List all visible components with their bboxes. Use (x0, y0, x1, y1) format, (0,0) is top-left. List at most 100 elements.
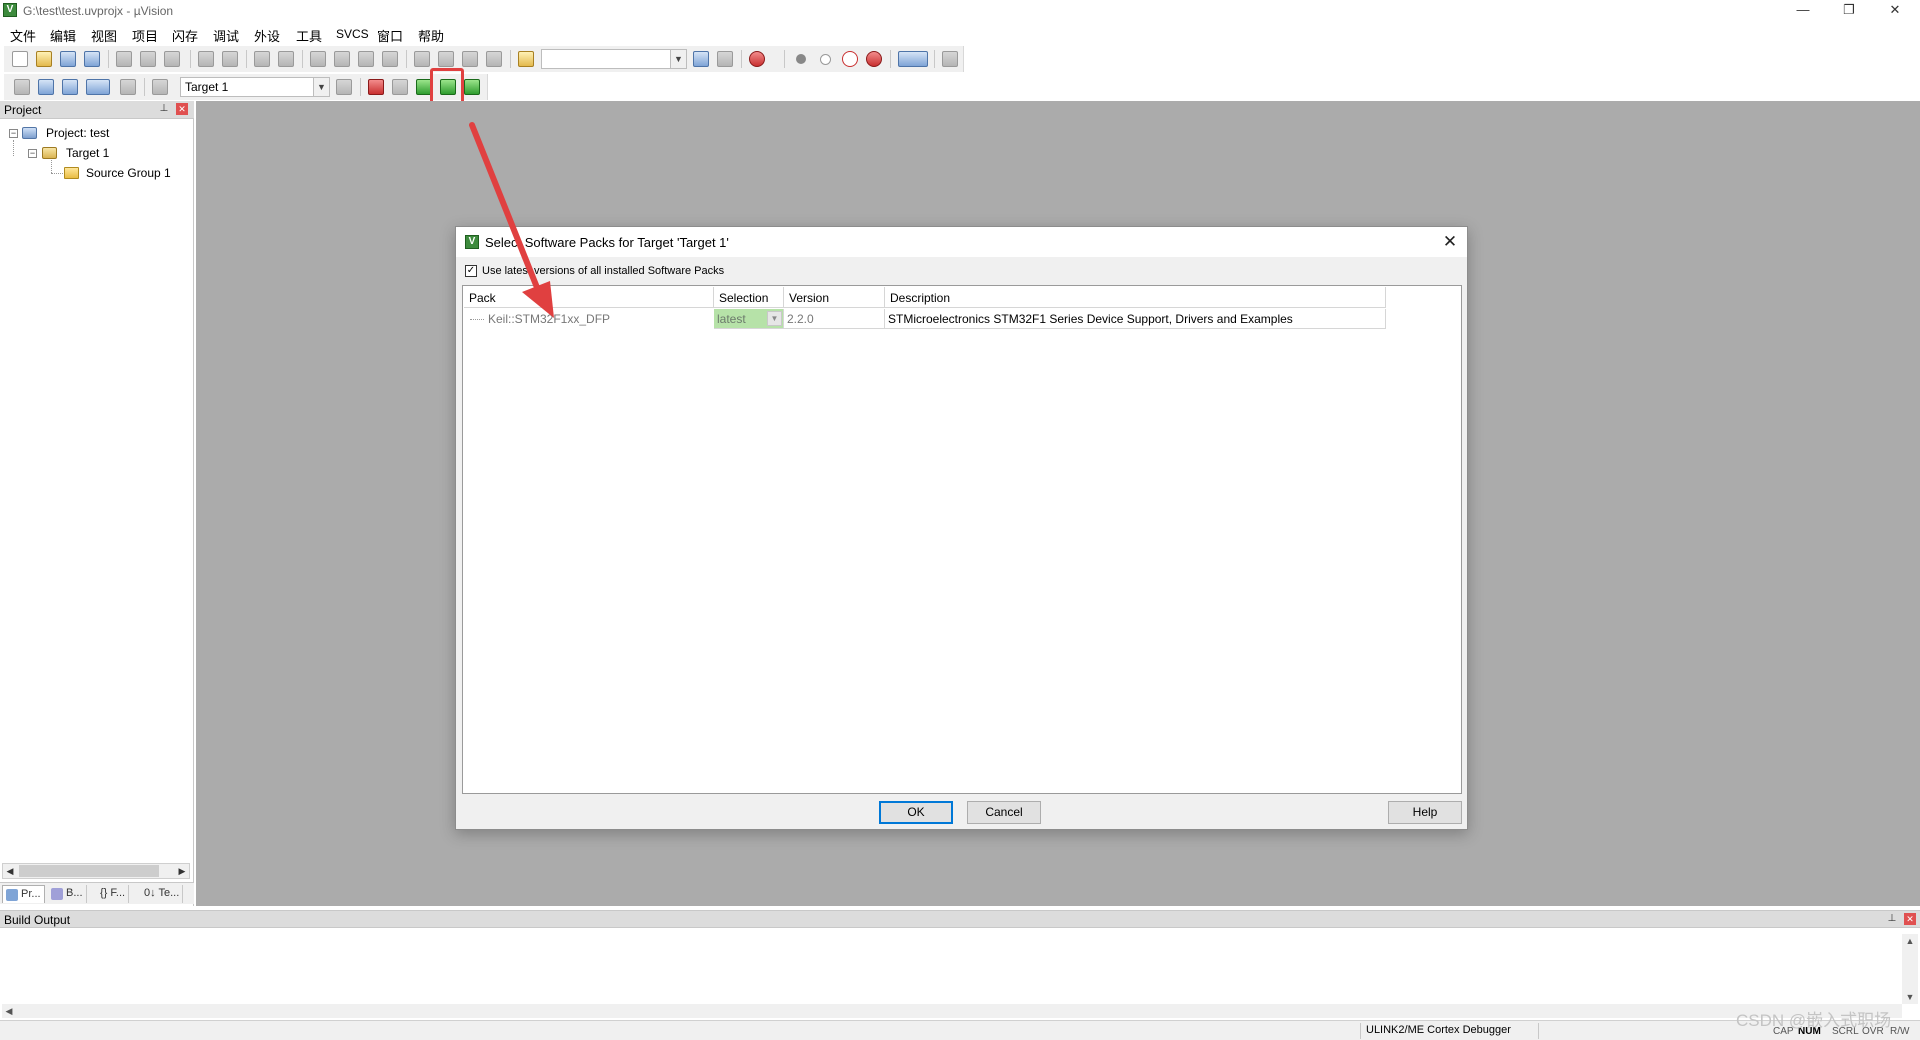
toolbar-separator (741, 50, 742, 68)
scroll-right-icon[interactable]: ▶ (175, 864, 189, 878)
collapse-toggle-icon[interactable]: − (28, 149, 37, 158)
tree-target[interactable]: Target 1 (66, 145, 109, 161)
menu-window[interactable]: 窗口 (377, 26, 403, 45)
save-all-icon[interactable] (84, 51, 100, 67)
comment-icon[interactable] (462, 51, 478, 67)
chevron-down-icon[interactable]: ▼ (313, 78, 329, 96)
pack-installer-icon[interactable] (464, 79, 480, 95)
menu-edit[interactable]: 编辑 (50, 26, 76, 45)
options-for-target-icon[interactable] (336, 79, 352, 95)
tab-templates-label: 0↓ Te... (144, 887, 180, 899)
column-header-version[interactable]: Version (784, 287, 885, 308)
tree-source-group[interactable]: Source Group 1 (86, 165, 171, 181)
tree-line (51, 160, 52, 173)
uncomment-icon[interactable] (486, 51, 502, 67)
new-file-icon[interactable] (12, 51, 28, 67)
scroll-thumb[interactable] (19, 865, 159, 877)
use-latest-checkbox[interactable]: ✓ (465, 265, 477, 277)
column-header-description[interactable]: Description (885, 287, 1386, 308)
menu-project[interactable]: 项目 (132, 26, 158, 45)
ok-button[interactable]: OK (879, 801, 953, 824)
pin-icon[interactable]: ⊥ (158, 103, 170, 115)
menu-debug[interactable]: 调试 (213, 26, 239, 45)
disable-breakpoints-icon[interactable] (842, 51, 858, 67)
find-combo[interactable]: ▼ (541, 49, 687, 69)
open-file-icon[interactable] (36, 51, 52, 67)
close-icon[interactable]: ✕ (176, 103, 188, 115)
pack-selection-dropdown[interactable]: latest ▼ (714, 309, 784, 329)
pin-icon[interactable]: ⊥ (1886, 913, 1898, 925)
bookmark-icon[interactable] (310, 51, 326, 67)
download-icon[interactable] (152, 79, 168, 95)
target-select[interactable]: Target 1 ▼ (180, 77, 330, 97)
clear-bookmarks-icon[interactable] (382, 51, 398, 67)
find-in-files-icon[interactable] (518, 51, 534, 67)
undo-icon[interactable] (198, 51, 214, 67)
build-output-hscrollbar[interactable]: ◀ (2, 1004, 1902, 1018)
cancel-button[interactable]: Cancel (967, 801, 1041, 824)
chevron-down-icon[interactable]: ▼ (670, 50, 686, 68)
insert-breakpoint-icon[interactable] (796, 54, 806, 64)
file-extensions-icon[interactable] (392, 79, 408, 95)
tab-templates[interactable]: 0↓ Te... (138, 885, 184, 903)
menu-peripherals[interactable]: 外设 (254, 26, 280, 45)
use-latest-label: Use latest versions of all installed Sof… (482, 265, 725, 277)
tab-books[interactable]: B... (48, 885, 87, 903)
menu-flash[interactable]: 闪存 (172, 26, 198, 45)
copy-icon[interactable] (140, 51, 156, 67)
books-tab-icon (51, 888, 63, 900)
column-header-pack[interactable]: Pack (464, 287, 714, 308)
navigate-forward-icon[interactable] (278, 51, 294, 67)
menu-svcs[interactable]: SVCS (336, 27, 369, 41)
toolbar-separator (784, 50, 785, 68)
unindent-icon[interactable] (438, 51, 454, 67)
save-icon[interactable] (60, 51, 76, 67)
enable-breakpoint-icon[interactable] (820, 54, 831, 65)
cut-icon[interactable] (116, 51, 132, 67)
navigate-back-icon[interactable] (254, 51, 270, 67)
scroll-down-icon[interactable]: ▼ (1902, 990, 1918, 1004)
menu-view[interactable]: 视图 (91, 26, 117, 45)
build-icon[interactable] (38, 79, 54, 95)
translate-icon[interactable] (14, 79, 30, 95)
redo-icon[interactable] (222, 51, 238, 67)
column-header-selection[interactable]: Selection (714, 287, 784, 308)
close-icon[interactable]: ✕ (1904, 913, 1916, 925)
restore-button[interactable]: ❐ (1826, 0, 1872, 22)
start-debug-icon[interactable] (749, 51, 765, 67)
next-bookmark-icon[interactable] (358, 51, 374, 67)
batch-build-icon[interactable] (86, 79, 110, 95)
minimize-button[interactable]: — (1780, 0, 1826, 22)
toolbar-separator (406, 50, 407, 68)
scroll-left-icon[interactable]: ◀ (2, 1004, 16, 1018)
project-panel-tabs: Pr... B... {} F... 0↓ Te... (0, 882, 194, 904)
tree-project[interactable]: Project: test (46, 125, 109, 141)
build-output-vscrollbar[interactable]: ▲ ▼ (1902, 934, 1918, 1004)
tab-project[interactable]: Pr... (2, 885, 45, 903)
prev-bookmark-icon[interactable] (334, 51, 350, 67)
menu-tools[interactable]: 工具 (296, 26, 322, 45)
kill-breakpoints-icon[interactable] (866, 51, 882, 67)
stop-build-icon[interactable] (120, 79, 136, 95)
tab-functions[interactable]: {} F... (94, 885, 130, 903)
dialog-close-icon[interactable]: ✕ (1439, 231, 1461, 253)
window-layout-icon[interactable] (898, 51, 928, 67)
configure-icon[interactable] (942, 51, 958, 67)
scroll-left-icon[interactable]: ◀ (3, 864, 17, 878)
help-button[interactable]: Help (1388, 801, 1462, 824)
chevron-down-icon[interactable]: ▼ (767, 311, 782, 326)
scroll-up-icon[interactable]: ▲ (1902, 934, 1918, 948)
rebuild-icon[interactable] (62, 79, 78, 95)
paste-icon[interactable] (164, 51, 180, 67)
project-hscrollbar[interactable]: ◀ ▶ (2, 863, 190, 879)
menu-help[interactable]: 帮助 (418, 26, 444, 45)
menu-file[interactable]: 文件 (10, 26, 36, 45)
collapse-toggle-icon[interactable]: − (9, 129, 18, 138)
tree-line (470, 319, 484, 320)
close-window-button[interactable]: ✕ (1872, 0, 1918, 22)
indent-icon[interactable] (414, 51, 430, 67)
find-icon[interactable] (693, 51, 709, 67)
manage-project-items-icon[interactable] (368, 79, 384, 95)
incremental-find-icon[interactable] (717, 51, 733, 67)
table-row-pack[interactable]: Keil::STM32F1xx_DFP (464, 309, 714, 329)
